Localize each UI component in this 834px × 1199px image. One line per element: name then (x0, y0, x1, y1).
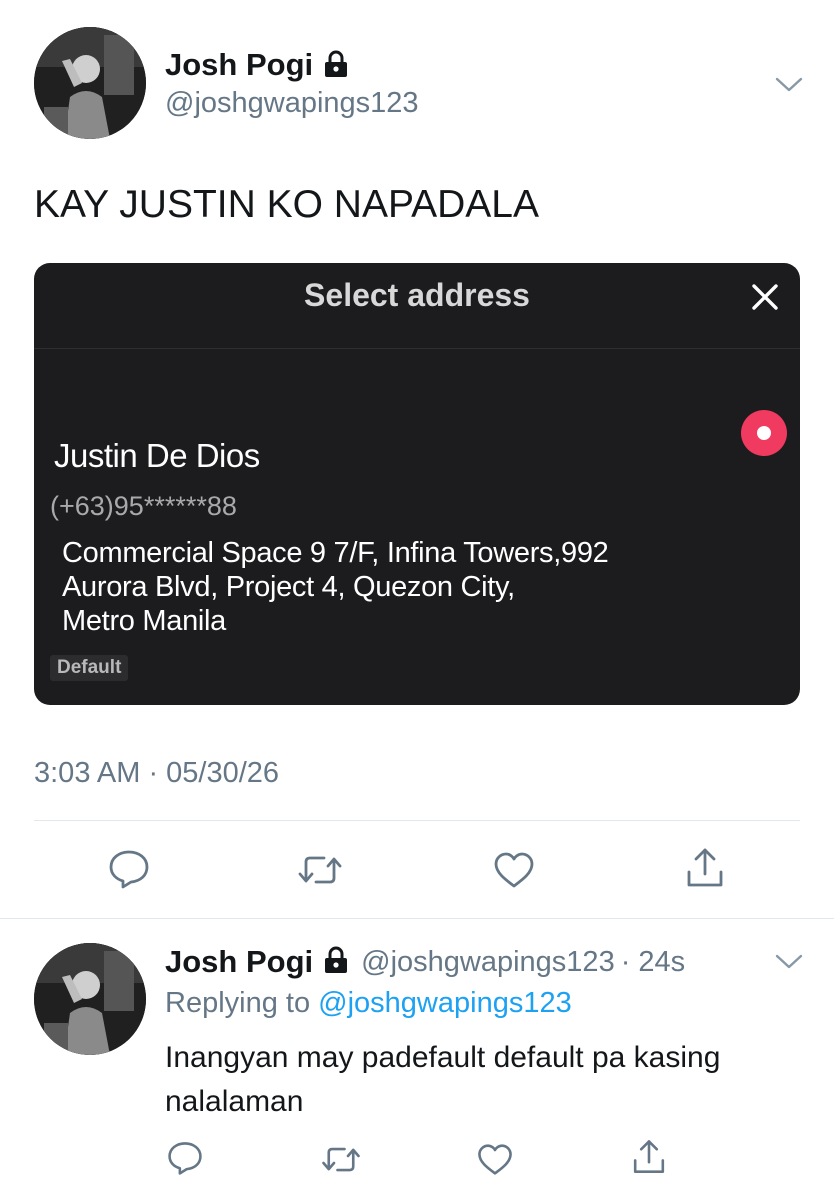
heart-icon (492, 850, 536, 890)
reply-age[interactable]: · 24s (621, 946, 685, 979)
address-line: Metro Manila (62, 605, 227, 637)
tweet-timestamp[interactable]: 3:03 AM · 05/30/26 (34, 757, 279, 790)
reply-author-handle[interactable]: @joshgwapings123 (361, 946, 615, 979)
reply-button[interactable] (107, 848, 151, 890)
lock-icon (323, 50, 349, 83)
reply-button[interactable] (166, 1140, 204, 1176)
like-button[interactable] (492, 850, 536, 890)
default-badge: Default (50, 655, 129, 681)
close-icon (751, 283, 779, 316)
address-line: Commercial Space 9 7/F, Infina Towers,99… (62, 537, 609, 569)
author-name[interactable]: Josh Pogi (165, 47, 313, 83)
selected-radio (741, 410, 787, 456)
lock-icon (323, 946, 349, 979)
card-title: Select address (304, 277, 530, 313)
avatar[interactable] (34, 27, 146, 139)
chevron-down-icon[interactable] (775, 76, 803, 99)
tweet-text: KAY JUSTIN KO NAPADALA (34, 183, 539, 226)
card-divider (34, 348, 800, 349)
retweet-icon (296, 850, 344, 890)
share-button[interactable] (683, 846, 727, 890)
share-button[interactable] (630, 1138, 668, 1176)
replying-to-label: Replying to (165, 987, 311, 1019)
chevron-down-icon[interactable] (775, 953, 803, 976)
replying-to-handle[interactable]: @joshgwapings123 (318, 987, 572, 1019)
retweet-button[interactable] (296, 850, 344, 890)
address-card-image[interactable]: Select address Justin De Dios (+63)95***… (34, 263, 800, 705)
heart-icon (476, 1142, 514, 1177)
author-handle[interactable]: @joshgwapings123 (165, 87, 419, 120)
comment-icon (107, 848, 151, 890)
retweet-icon (320, 1142, 362, 1177)
share-icon (683, 846, 727, 890)
section-divider (0, 918, 834, 919)
share-icon (630, 1138, 668, 1176)
recipient-phone: (+63)95******88 (50, 491, 237, 521)
divider (34, 820, 800, 821)
reply-text: Inangyan may padefault default pa kasing (165, 1041, 721, 1074)
recipient-name: Justin De Dios (54, 437, 260, 474)
reply-text: nalalaman (165, 1085, 304, 1118)
replying-to: Replying to @joshgwapings123 (165, 987, 572, 1020)
retweet-button[interactable] (320, 1142, 362, 1177)
like-button[interactable] (476, 1142, 514, 1177)
reply-author-name[interactable]: Josh Pogi (165, 944, 313, 980)
reply-avatar[interactable] (34, 943, 146, 1055)
comment-icon (166, 1140, 204, 1176)
address-line: Aurora Blvd, Project 4, Quezon City, (62, 571, 515, 603)
